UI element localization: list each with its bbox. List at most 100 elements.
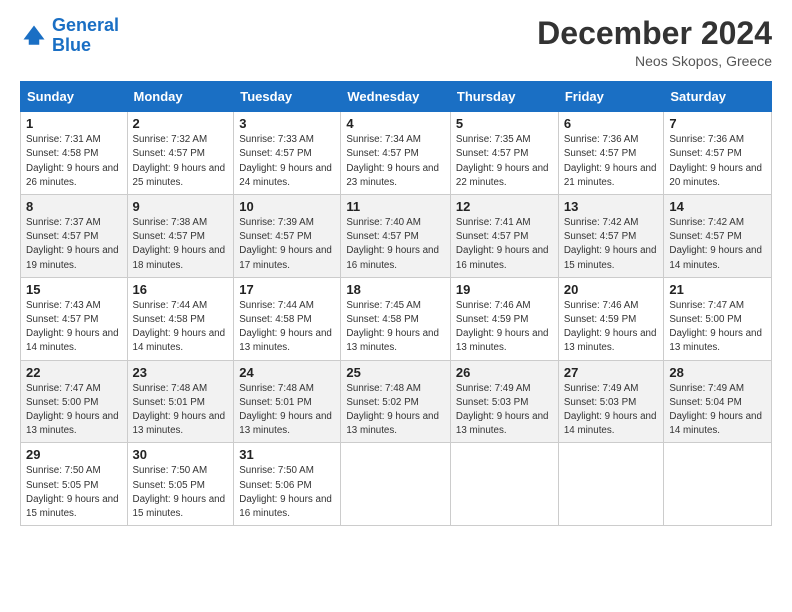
day-number: 3: [239, 116, 335, 131]
logo-blue: Blue: [52, 35, 91, 55]
day-info: Sunrise: 7:32 AMSunset: 4:57 PMDaylight:…: [133, 133, 229, 190]
calendar-day-cell: [558, 443, 664, 526]
day-number: 14: [669, 199, 766, 214]
logo-general: General: [52, 15, 119, 35]
day-info: Sunrise: 7:47 AMSunset: 5:00 PMDaylight:…: [669, 299, 766, 356]
calendar-day-cell: [450, 443, 558, 526]
month-title: December 2024: [537, 16, 772, 51]
day-number: 11: [346, 199, 445, 214]
day-number: 6: [564, 116, 659, 131]
day-info: Sunrise: 7:42 AMSunset: 4:57 PMDaylight:…: [564, 216, 659, 273]
calendar-day-cell: 4 Sunrise: 7:34 AMSunset: 4:57 PMDaylight…: [341, 112, 451, 195]
calendar-day-cell: 25Sunrise: 7:48 AMSunset: 5:02 PMDayligh…: [341, 360, 451, 443]
day-number: 12: [456, 199, 553, 214]
title-block: December 2024 Neos Skopos, Greece: [537, 16, 772, 69]
calendar-day-cell: 22 Sunrise: 7:47 AMSunset: 5:00 PMDayligh…: [21, 360, 128, 443]
calendar-week-row: 29 Sunrise: 7:50 AMSunset: 5:05 PMDayligh…: [21, 443, 772, 526]
day-number: 5: [456, 116, 553, 131]
calendar-day-cell: 28 Sunrise: 7:49 AMSunset: 5:04 PMDayligh…: [664, 360, 772, 443]
calendar-day-cell: 7Sunrise: 7:36 AMSunset: 4:57 PMDaylight…: [664, 112, 772, 195]
day-info: Sunrise: 7:49 AMSunset: 5:04 PMDaylight:…: [669, 382, 766, 439]
day-info: Sunrise: 7:41 AMSunset: 4:57 PMDaylight:…: [456, 216, 553, 273]
day-number: 18: [346, 282, 445, 297]
day-info: Sunrise: 7:48 AMSunset: 5:01 PMDaylight:…: [133, 382, 229, 439]
calendar-day-cell: 3 Sunrise: 7:33 AMSunset: 4:57 PMDaylight…: [234, 112, 341, 195]
day-info: Sunrise: 7:36 AMSunset: 4:57 PMDaylight:…: [564, 133, 659, 190]
day-number: 19: [456, 282, 553, 297]
calendar-day-cell: [341, 443, 451, 526]
calendar-day-cell: 31 Sunrise: 7:50 AMSunset: 5:06 PMDayligh…: [234, 443, 341, 526]
day-number: 22: [26, 365, 122, 380]
calendar-day-cell: 19Sunrise: 7:46 AMSunset: 4:59 PMDayligh…: [450, 277, 558, 360]
calendar-day-cell: 8Sunrise: 7:37 AMSunset: 4:57 PMDaylight…: [21, 195, 128, 278]
day-info: Sunrise: 7:38 AMSunset: 4:57 PMDaylight:…: [133, 216, 229, 273]
day-info: Sunrise: 7:50 AMSunset: 5:05 PMDaylight:…: [133, 464, 229, 521]
day-number: 30: [133, 447, 229, 462]
day-number: 16: [133, 282, 229, 297]
calendar-day-header: Sunday: [21, 82, 128, 112]
calendar-day-cell: 12 Sunrise: 7:41 AMSunset: 4:57 PMDayligh…: [450, 195, 558, 278]
calendar-day-cell: 11 Sunrise: 7:40 AMSunset: 4:57 PMDayligh…: [341, 195, 451, 278]
calendar-day-cell: 20Sunrise: 7:46 AMSunset: 4:59 PMDayligh…: [558, 277, 664, 360]
day-info: Sunrise: 7:44 AMSunset: 4:58 PMDaylight:…: [239, 299, 335, 356]
day-number: 4: [346, 116, 445, 131]
calendar-day-cell: 13Sunrise: 7:42 AMSunset: 4:57 PMDayligh…: [558, 195, 664, 278]
day-info: Sunrise: 7:48 AMSunset: 5:01 PMDaylight:…: [239, 382, 335, 439]
calendar-day-header: Saturday: [664, 82, 772, 112]
day-number: 7: [669, 116, 766, 131]
calendar-day-cell: 2 Sunrise: 7:32 AMSunset: 4:57 PMDaylight…: [127, 112, 234, 195]
day-info: Sunrise: 7:49 AMSunset: 5:03 PMDaylight:…: [564, 382, 659, 439]
calendar-day-cell: 5 Sunrise: 7:35 AMSunset: 4:57 PMDaylight…: [450, 112, 558, 195]
day-info: Sunrise: 7:47 AMSunset: 5:00 PMDaylight:…: [26, 382, 122, 439]
calendar-day-cell: 9Sunrise: 7:38 AMSunset: 4:57 PMDaylight…: [127, 195, 234, 278]
day-info: Sunrise: 7:37 AMSunset: 4:57 PMDaylight:…: [26, 216, 122, 273]
logo-icon: [20, 22, 48, 50]
day-number: 2: [133, 116, 229, 131]
day-info: Sunrise: 7:35 AMSunset: 4:57 PMDaylight:…: [456, 133, 553, 190]
calendar-day-cell: 27 Sunrise: 7:49 AMSunset: 5:03 PMDayligh…: [558, 360, 664, 443]
calendar-day-header: Monday: [127, 82, 234, 112]
calendar-day-cell: 15Sunrise: 7:43 AMSunset: 4:57 PMDayligh…: [21, 277, 128, 360]
calendar-day-cell: 26Sunrise: 7:49 AMSunset: 5:03 PMDayligh…: [450, 360, 558, 443]
day-info: Sunrise: 7:46 AMSunset: 4:59 PMDaylight:…: [564, 299, 659, 356]
calendar-day-cell: 24Sunrise: 7:48 AMSunset: 5:01 PMDayligh…: [234, 360, 341, 443]
location: Neos Skopos, Greece: [537, 53, 772, 69]
calendar-header-row: SundayMondayTuesdayWednesdayThursdayFrid…: [21, 82, 772, 112]
calendar-day-cell: 6 Sunrise: 7:36 AMSunset: 4:57 PMDaylight…: [558, 112, 664, 195]
calendar-day-cell: 10 Sunrise: 7:39 AMSunset: 4:57 PMDayligh…: [234, 195, 341, 278]
calendar-day-cell: 29 Sunrise: 7:50 AMSunset: 5:05 PMDayligh…: [21, 443, 128, 526]
day-info: Sunrise: 7:34 AMSunset: 4:57 PMDaylight:…: [346, 133, 445, 190]
day-info: Sunrise: 7:40 AMSunset: 4:57 PMDaylight:…: [346, 216, 445, 273]
calendar-day-cell: 21Sunrise: 7:47 AMSunset: 5:00 PMDayligh…: [664, 277, 772, 360]
day-info: Sunrise: 7:50 AMSunset: 5:05 PMDaylight:…: [26, 464, 122, 521]
calendar-day-cell: 23 Sunrise: 7:48 AMSunset: 5:01 PMDayligh…: [127, 360, 234, 443]
day-info: Sunrise: 7:33 AMSunset: 4:57 PMDaylight:…: [239, 133, 335, 190]
day-number: 28: [669, 365, 766, 380]
day-number: 15: [26, 282, 122, 297]
day-info: Sunrise: 7:49 AMSunset: 5:03 PMDaylight:…: [456, 382, 553, 439]
calendar-day-cell: 18Sunrise: 7:45 AMSunset: 4:58 PMDayligh…: [341, 277, 451, 360]
day-number: 10: [239, 199, 335, 214]
calendar-day-cell: [664, 443, 772, 526]
day-info: Sunrise: 7:31 AMSunset: 4:58 PMDaylight:…: [26, 133, 122, 190]
logo-text: General Blue: [52, 16, 119, 56]
calendar-day-header: Wednesday: [341, 82, 451, 112]
day-info: Sunrise: 7:39 AMSunset: 4:57 PMDaylight:…: [239, 216, 335, 273]
day-info: Sunrise: 7:42 AMSunset: 4:57 PMDaylight:…: [669, 216, 766, 273]
calendar-week-row: 15Sunrise: 7:43 AMSunset: 4:57 PMDayligh…: [21, 277, 772, 360]
day-info: Sunrise: 7:50 AMSunset: 5:06 PMDaylight:…: [239, 464, 335, 521]
calendar-week-row: 1 Sunrise: 7:31 AMSunset: 4:58 PMDaylight…: [21, 112, 772, 195]
calendar-day-header: Friday: [558, 82, 664, 112]
calendar-day-header: Thursday: [450, 82, 558, 112]
day-number: 31: [239, 447, 335, 462]
day-number: 29: [26, 447, 122, 462]
day-info: Sunrise: 7:44 AMSunset: 4:58 PMDaylight:…: [133, 299, 229, 356]
day-number: 1: [26, 116, 122, 131]
calendar-day-cell: 16 Sunrise: 7:44 AMSunset: 4:58 PMDayligh…: [127, 277, 234, 360]
calendar-day-cell: 17 Sunrise: 7:44 AMSunset: 4:58 PMDayligh…: [234, 277, 341, 360]
day-number: 23: [133, 365, 229, 380]
calendar-table: SundayMondayTuesdayWednesdayThursdayFrid…: [20, 81, 772, 526]
day-number: 17: [239, 282, 335, 297]
day-number: 27: [564, 365, 659, 380]
calendar-day-cell: 1 Sunrise: 7:31 AMSunset: 4:58 PMDaylight…: [21, 112, 128, 195]
